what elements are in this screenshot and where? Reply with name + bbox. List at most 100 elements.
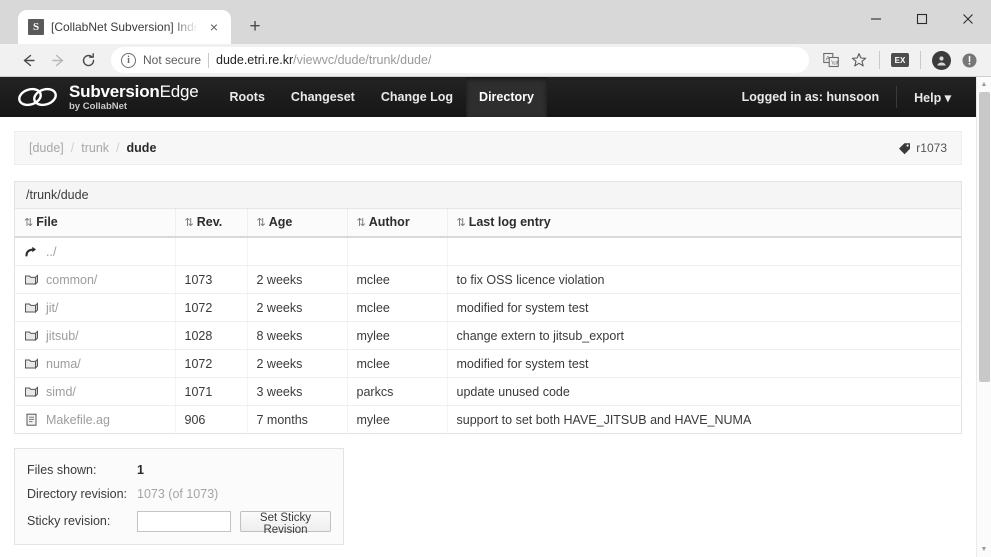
sticky-revision-input[interactable] (137, 510, 231, 532)
parent-dir-name[interactable]: ../ (24, 244, 167, 259)
info-icon[interactable]: i (121, 52, 136, 68)
avatar (931, 50, 951, 70)
table-row[interactable]: simd/ 1071 3 weeks parkcs update unused … (15, 377, 961, 407)
file-link[interactable]: jitsub/ (46, 329, 79, 343)
close-icon[interactable]: × (205, 18, 223, 36)
file-table: ⇅ File ⇅ Rev. ⇅ Age ⇅ Author ⇅ Last log entry (15, 209, 961, 434)
rev-cell: 906 (175, 405, 248, 434)
folder-icon (24, 300, 39, 315)
column-label: Author (368, 215, 410, 230)
scroll-down-icon[interactable]: ▼ (977, 542, 991, 557)
rev-cell: 1073 (175, 265, 248, 295)
scroll-up-icon[interactable]: ▲ (977, 77, 991, 92)
panel-path-title: /trunk/dude (15, 182, 961, 210)
breadcrumb: [dude] / trunk / dude r1073 (14, 131, 962, 166)
rev-cell: 1072 (175, 293, 248, 323)
age-cell: 7 months (247, 405, 348, 434)
page-scrollbar[interactable]: ▲ ▼ (976, 77, 991, 557)
log-cell: modified for system test (447, 293, 961, 323)
forward-icon[interactable] (44, 46, 72, 74)
column-header-author[interactable]: ⇅ Author (347, 209, 448, 239)
site-header-right: Logged in as: hunsoon Help ▾ (729, 77, 976, 117)
close-window-icon[interactable] (945, 0, 991, 38)
table-row[interactable]: jit/ 1072 2 weeks mclee modified for sys… (15, 293, 961, 323)
file-link[interactable]: common/ (46, 273, 97, 287)
column-label: Age (268, 215, 293, 230)
file-link[interactable]: simd/ (46, 385, 76, 399)
sort-icon: ⇅ (24, 217, 34, 230)
minimize-icon[interactable] (853, 0, 899, 38)
parent-dir-cell[interactable]: ../ (15, 237, 176, 267)
window-controls (853, 0, 991, 38)
nav-item-changeset[interactable]: Changeset (278, 77, 368, 117)
brand-name: SubversionEdge (69, 83, 199, 100)
author-cell: mclee (347, 293, 448, 323)
divider (896, 86, 898, 109)
tab-strip: S [CollabNet Subversion] Index of × + (0, 0, 991, 45)
file-name-cell[interactable]: simd/ (15, 377, 176, 407)
help-menu[interactable]: Help ▾ (901, 77, 964, 117)
folder-icon (24, 384, 39, 399)
empty-cell (175, 237, 248, 267)
directory-revision-value: 1073 (of 1073) (137, 487, 219, 502)
sticky-revision-row: Sticky revision: Set Sticky Revision (27, 509, 331, 536)
browser-menu-icon[interactable] (956, 47, 982, 73)
breadcrumb-item-root[interactable]: [dude] (29, 141, 64, 155)
translate-icon[interactable]: A\u6587 (818, 47, 844, 73)
nav-item-change-log[interactable]: Change Log (368, 77, 466, 117)
table-row[interactable]: numa/ 1072 2 weeks mclee modified for sy… (15, 349, 961, 379)
nav-item-roots[interactable]: Roots (217, 77, 278, 117)
profile-avatar[interactable] (928, 47, 954, 73)
bookmark-star-icon[interactable] (846, 47, 872, 73)
age-cell: 2 weeks (247, 265, 348, 295)
author-cell: parkcs (347, 377, 448, 407)
column-header-age[interactable]: ⇅ Age (247, 209, 348, 239)
tag-icon (898, 142, 911, 155)
breadcrumb-item-trunk[interactable]: trunk (81, 141, 109, 155)
back-icon[interactable] (14, 46, 42, 74)
rev-cell: 1028 (175, 321, 248, 351)
scrollbar-thumb[interactable] (979, 92, 990, 383)
browser-tab[interactable]: S [CollabNet Subversion] Index of × (18, 10, 231, 45)
file-link[interactable]: numa/ (46, 357, 81, 371)
age-cell: 3 weeks (247, 377, 348, 407)
divider (879, 51, 880, 70)
breadcrumb-separator: / (116, 141, 120, 156)
browser-window: S [CollabNet Subversion] Index of × + (0, 0, 991, 557)
column-header-file[interactable]: ⇅ File (15, 209, 176, 239)
log-cell: modified for system test (447, 349, 961, 379)
table-row[interactable]: Makefile.ag 906 7 months mylee support t… (15, 405, 961, 434)
table-row-parent[interactable]: ../ (15, 237, 961, 267)
file-name-cell[interactable]: jitsub/ (15, 321, 176, 351)
extension-icon[interactable]: EX (887, 47, 913, 73)
file-link[interactable]: Makefile.ag (46, 413, 110, 427)
set-sticky-revision-button[interactable]: Set Sticky Revision (240, 510, 331, 536)
file-name-cell[interactable]: Makefile.ag (15, 405, 176, 434)
url-text: dude.etri.re.kr/viewvc/dude/trunk/dude/ (216, 53, 431, 67)
column-header-rev[interactable]: ⇅ Rev. (175, 209, 248, 239)
brand-name-light: Edge (159, 82, 199, 102)
file-link[interactable]: jit/ (46, 301, 59, 315)
reload-icon[interactable] (74, 46, 102, 74)
table-header-row: ⇅ File ⇅ Rev. ⇅ Age ⇅ Author ⇅ Last log entry (15, 209, 961, 239)
page-viewport: SubversionEdge by CollabNet Roots Change… (0, 77, 991, 557)
file-name-cell[interactable]: jit/ (15, 293, 176, 323)
address-bar[interactable]: i Not secure dude.etri.re.kr/viewvc/dude… (111, 47, 809, 74)
brand-name-bold: Subversion (69, 82, 160, 102)
nav-item-directory[interactable]: Directory (466, 77, 547, 118)
table-row[interactable]: common/ 1073 2 weeks mclee to fix OSS li… (15, 265, 961, 295)
file-name-cell[interactable]: common/ (15, 265, 176, 295)
breadcrumb-item-current: dude (126, 141, 157, 156)
logged-in-label: Logged in as: hunsoon (741, 90, 880, 105)
author-cell: mylee (347, 405, 448, 434)
file-name-cell[interactable]: numa/ (15, 349, 176, 379)
new-tab-button[interactable]: + (241, 12, 269, 40)
table-row[interactable]: jitsub/ 1028 8 weeks mylee change extern… (15, 321, 961, 351)
brand-text: SubversionEdge by CollabNet (69, 83, 199, 112)
maximize-icon[interactable] (899, 0, 945, 38)
sort-icon: ⇅ (256, 217, 266, 230)
security-status: Not secure (143, 53, 202, 68)
site-brand[interactable]: SubversionEdge by CollabNet (16, 77, 217, 117)
column-header-last-log-entry[interactable]: ⇅ Last log entry (447, 209, 961, 239)
age-cell: 8 weeks (247, 321, 348, 351)
